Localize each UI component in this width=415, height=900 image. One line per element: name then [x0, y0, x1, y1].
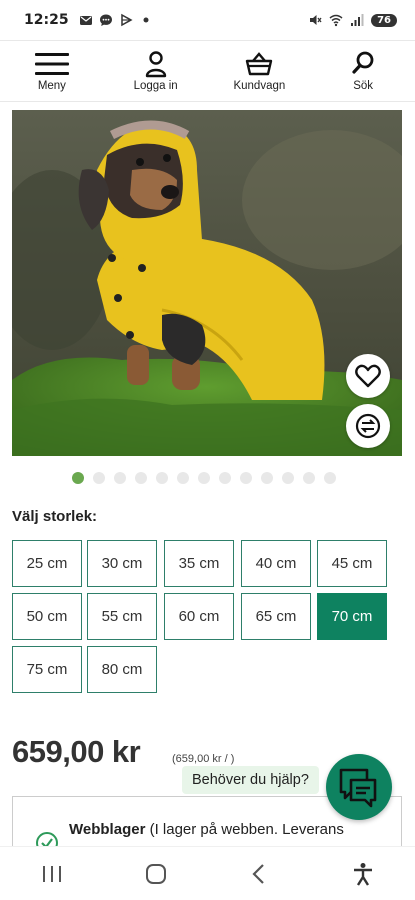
notification-icons — [79, 13, 153, 27]
carousel-dot[interactable] — [261, 472, 273, 484]
stock-text: Webblager (I lager på webben. Leverans — [69, 821, 344, 838]
home-button[interactable] — [104, 863, 208, 885]
battery-level: 76 — [371, 13, 397, 27]
help-bubble[interactable]: Behöver du hjälp? — [182, 766, 319, 794]
size-option[interactable]: 60 cm — [164, 593, 234, 640]
recents-button[interactable] — [0, 864, 104, 884]
stock-detail: (I lager på webben. Leverans — [145, 821, 344, 838]
size-option[interactable]: 65 cm — [241, 593, 311, 640]
size-option[interactable]: 25 cm — [12, 540, 82, 587]
carousel-dot[interactable] — [198, 472, 210, 484]
back-button[interactable] — [208, 863, 312, 885]
search-icon — [352, 51, 374, 74]
chat-button[interactable] — [326, 754, 392, 820]
carousel-dot[interactable] — [135, 472, 147, 484]
system-nav-bar — [0, 846, 415, 900]
carousel-dots — [72, 472, 336, 484]
chat-icon — [99, 14, 112, 26]
product-photo — [12, 110, 402, 456]
size-option[interactable]: 50 cm — [12, 593, 82, 640]
wifi-icon — [329, 14, 343, 27]
nav-cart-label: Kundvagn — [233, 80, 286, 92]
size-option[interactable]: 45 cm — [317, 540, 387, 587]
mail-icon — [79, 16, 92, 25]
size-label: Välj storlek: — [12, 508, 98, 525]
carousel-dot[interactable] — [114, 472, 126, 484]
size-option[interactable]: 35 cm — [164, 540, 234, 587]
stock-title: Webblager — [69, 821, 146, 838]
carousel-dot[interactable] — [303, 472, 315, 484]
signal-icon — [351, 14, 364, 26]
carousel-dot[interactable] — [177, 472, 189, 484]
compare-icon — [355, 413, 381, 439]
system-icons: 76 — [308, 13, 397, 27]
product-image[interactable] — [12, 110, 402, 456]
size-option[interactable]: 55 cm — [87, 593, 157, 640]
size-option[interactable]: 40 cm — [241, 540, 311, 587]
carousel-dot[interactable] — [282, 472, 294, 484]
home-icon — [145, 863, 166, 884]
nav-menu-label: Meny — [37, 80, 66, 92]
size-option[interactable]: 80 cm — [87, 646, 157, 693]
status-bar: 12:25 76 — [0, 0, 415, 40]
size-option[interactable]: 30 cm — [87, 540, 157, 587]
back-icon — [252, 863, 265, 884]
nav-login[interactable]: Logga in — [104, 41, 208, 101]
status-time: 12:25 — [24, 12, 69, 28]
heart-icon — [355, 364, 381, 388]
carousel-dot[interactable] — [324, 472, 336, 484]
unit-price: (659,00 kr / ) — [172, 753, 235, 765]
size-option[interactable]: 70 cm — [317, 593, 387, 640]
nav-search[interactable]: Sök — [311, 41, 415, 101]
play-icon — [120, 13, 133, 27]
carousel-dot[interactable] — [219, 472, 231, 484]
mute-icon — [310, 15, 322, 25]
nav-login-label: Logga in — [133, 80, 178, 92]
menu-icon — [34, 53, 69, 75]
accessibility-icon — [354, 862, 373, 886]
nav-search-label: Sök — [353, 80, 374, 92]
carousel-dot[interactable] — [72, 472, 84, 484]
carousel-dot[interactable] — [240, 472, 252, 484]
compare-button[interactable] — [346, 404, 390, 448]
site-header: Meny Logga in Kundvagn Sök — [0, 40, 415, 102]
accessibility-button[interactable] — [311, 862, 415, 886]
size-option[interactable]: 75 cm — [12, 646, 82, 693]
dot-icon — [143, 17, 149, 23]
nav-menu[interactable]: Meny — [0, 41, 104, 101]
favorite-button[interactable] — [346, 354, 390, 398]
user-icon — [145, 51, 166, 78]
nav-cart[interactable]: Kundvagn — [208, 41, 312, 101]
chat-support-icon — [339, 768, 377, 808]
product-price: 659,00 kr — [12, 734, 141, 769]
carousel-dot[interactable] — [156, 472, 168, 484]
recents-icon — [42, 865, 61, 882]
basket-icon — [246, 52, 273, 76]
carousel-dot[interactable] — [93, 472, 105, 484]
